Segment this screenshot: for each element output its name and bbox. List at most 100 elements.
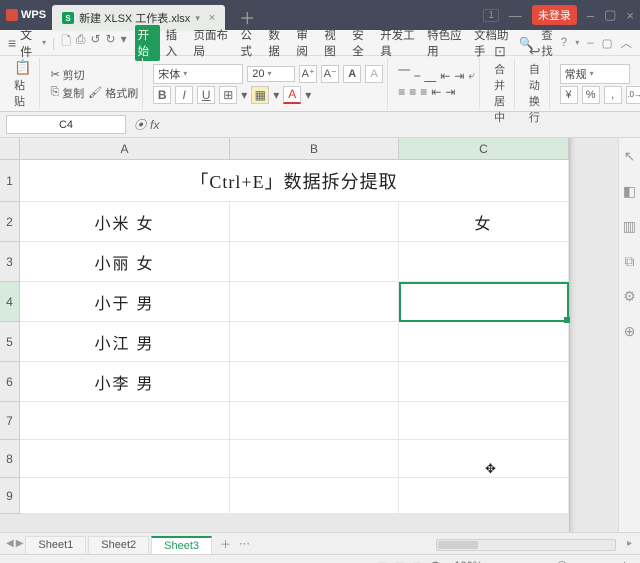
add-icon[interactable]: ⊕ xyxy=(624,323,636,340)
align-left-button[interactable]: ≡ xyxy=(398,85,405,99)
col-header-C[interactable]: C xyxy=(399,138,569,160)
tab-dropdown-icon[interactable]: ▾ xyxy=(195,13,200,24)
cell-B5[interactable] xyxy=(230,322,399,362)
cell-B7[interactable] xyxy=(230,402,399,440)
row-header-5[interactable]: 5 xyxy=(0,322,20,362)
add-sheet-button[interactable]: ＋ xyxy=(220,536,231,552)
font-size-select[interactable]: 20▾ xyxy=(247,66,295,82)
comma-button[interactable]: , xyxy=(604,86,622,104)
cell-A2[interactable]: 小米 女 xyxy=(20,202,230,242)
cell-C9[interactable] xyxy=(399,478,569,514)
zoom-in-button[interactable]: ＋ xyxy=(619,558,630,563)
select-all-corner[interactable] xyxy=(0,138,20,160)
tab-start[interactable]: 开始 xyxy=(135,25,160,61)
pointer-icon[interactable]: ↖ xyxy=(624,148,636,165)
font-color-button[interactable]: A xyxy=(283,86,301,104)
restore-button[interactable]: ▢ xyxy=(604,7,616,23)
row-header-1[interactable]: 1 xyxy=(0,160,20,202)
row-header-2[interactable]: 2 xyxy=(0,202,20,242)
sheets-prev-button[interactable]: ◀ xyxy=(6,538,14,549)
scroll-right-button[interactable]: ▸ xyxy=(627,538,632,549)
new-doc-icon[interactable]: 🗋 xyxy=(61,32,71,53)
indent-right-button[interactable]: ⇥ xyxy=(454,69,464,83)
tab-security[interactable]: 安全 xyxy=(349,25,374,61)
cut-button[interactable]: ✂剪切 xyxy=(50,67,138,83)
row-header-6[interactable]: 6 xyxy=(0,362,20,402)
tab-data[interactable]: 数据 xyxy=(265,25,290,61)
merge-center-button[interactable]: ⊡ 合并居中 xyxy=(490,43,510,125)
decrease-font-button[interactable]: A⁻ xyxy=(321,65,339,83)
cell-C5[interactable] xyxy=(399,322,569,362)
underline-button[interactable]: U xyxy=(197,86,215,104)
tab-insert[interactable]: 插入 xyxy=(163,25,188,61)
cell-C8[interactable] xyxy=(399,440,569,478)
number-format-select[interactable]: 常规▾ xyxy=(560,64,630,84)
minimize-button[interactable]: – xyxy=(587,8,594,23)
italic-button[interactable]: I xyxy=(175,86,193,104)
file-menu[interactable]: 文件 ▾ xyxy=(20,26,46,60)
cell-C7[interactable] xyxy=(399,402,569,440)
close-window-button[interactable]: × xyxy=(626,8,634,23)
font-select[interactable]: 宋体▾ xyxy=(153,64,243,84)
paste-button[interactable]: 📋 粘贴 xyxy=(10,59,35,109)
indent-left-button-2[interactable]: ⇤ xyxy=(431,85,441,99)
sheet-tab-2[interactable]: Sheet2 xyxy=(88,536,149,553)
increase-font-button[interactable]: A⁺ xyxy=(299,65,317,83)
print-icon[interactable]: ⎙ xyxy=(76,32,86,53)
cell-B3[interactable] xyxy=(230,242,399,282)
tab-page-layout[interactable]: 页面布局 xyxy=(191,25,235,61)
help-arrow-icon[interactable]: ▾ xyxy=(575,38,579,47)
close-tab-icon[interactable]: × xyxy=(209,12,215,24)
fill-arrow-icon[interactable]: ▾ xyxy=(273,88,279,102)
wrap-button[interactable]: ⤶ xyxy=(468,68,475,83)
cell-A8[interactable] xyxy=(20,440,230,478)
redo-icon[interactable]: ↻ xyxy=(106,32,116,53)
cell-A7[interactable] xyxy=(20,402,230,440)
align-center-button[interactable]: ≡ xyxy=(409,85,416,99)
undo-icon[interactable]: ↺ xyxy=(90,32,100,53)
row-header-8[interactable]: 8 xyxy=(0,440,20,478)
valign-bot-button[interactable]: ⎽ xyxy=(424,68,436,83)
align-right-button[interactable]: ≡ xyxy=(420,85,427,99)
cell-A6[interactable]: 小李 男 xyxy=(20,362,230,402)
sidepanel-icon-1[interactable]: ◧ xyxy=(623,183,636,200)
cell-A9[interactable] xyxy=(20,478,230,514)
border-arrow-icon[interactable]: ▾ xyxy=(241,88,247,102)
name-box[interactable]: C4 xyxy=(6,115,126,134)
ribbon-min-icon[interactable]: – xyxy=(587,37,593,49)
fill-button[interactable]: ▦ xyxy=(251,86,269,104)
formula-input[interactable] xyxy=(167,115,634,134)
indent-right-button-2[interactable]: ⇥ xyxy=(445,85,455,99)
tab-view[interactable]: 视图 xyxy=(321,25,346,61)
ribbon-collapse-icon[interactable]: ︿ xyxy=(621,35,633,51)
cell-B8[interactable] xyxy=(230,440,399,478)
sidepanel-icon-2[interactable]: ▥ xyxy=(623,218,636,235)
cell-B4[interactable] xyxy=(230,282,399,322)
sheets-next-button[interactable]: ▶ xyxy=(16,538,24,549)
uppercase-button[interactable]: A xyxy=(343,65,361,83)
cell-B6[interactable] xyxy=(230,362,399,402)
valign-top-button[interactable]: ⎺ xyxy=(398,68,410,83)
sheet-menu-button[interactable]: ⋯ xyxy=(239,537,250,550)
fx-icon[interactable]: fx xyxy=(150,118,159,132)
format-painter-button[interactable]: 🖌格式刷 xyxy=(88,85,138,101)
row-header-4[interactable]: 4 xyxy=(0,282,20,322)
col-header-B[interactable]: B xyxy=(230,138,399,160)
autowrap-button[interactable]: ↩ 自动换行 xyxy=(525,43,545,125)
border-button[interactable]: ⊞ xyxy=(219,86,237,104)
cell-C6[interactable] xyxy=(399,362,569,402)
zoom-icon[interactable]: ⦿ xyxy=(134,116,146,133)
lowercase-button[interactable]: A xyxy=(365,65,383,83)
currency-button[interactable]: ¥ xyxy=(560,86,578,104)
cell-B9[interactable] xyxy=(230,478,399,514)
settings-icon[interactable]: ⚙ xyxy=(623,288,636,305)
quick-dropdown-icon[interactable]: ▾ xyxy=(121,32,127,53)
tab-formula[interactable]: 公式 xyxy=(237,25,262,61)
indent-left-button[interactable]: ⇤ xyxy=(440,69,450,83)
font-color-arrow-icon[interactable]: ▾ xyxy=(305,88,311,102)
increase-decimal-button[interactable]: .0→ xyxy=(626,86,640,104)
row-header-9[interactable]: 9 xyxy=(0,478,20,514)
row-header-7[interactable]: 7 xyxy=(0,402,20,440)
cell-C2[interactable]: 女 xyxy=(399,202,569,242)
row-header-3[interactable]: 3 xyxy=(0,242,20,282)
